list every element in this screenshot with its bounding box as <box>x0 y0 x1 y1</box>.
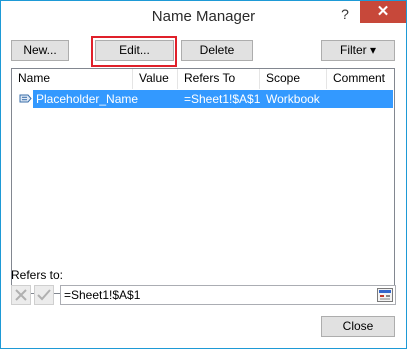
dialog-content: New... Edit... Delete Filter ▾ Name Valu… <box>1 31 406 348</box>
name-tag-icon <box>19 94 32 103</box>
close-window-button[interactable]: ✕ <box>360 1 406 23</box>
cancel-edit-button[interactable] <box>11 285 31 305</box>
column-header-comment[interactable]: Comment <box>327 69 394 89</box>
column-header-name[interactable]: Name <box>12 69 133 89</box>
new-button[interactable]: New... <box>11 40 69 61</box>
edit-button[interactable]: Edit... <box>95 40 174 61</box>
name-manager-dialog: Name Manager ? ✕ New... Edit... Delete F… <box>0 0 407 349</box>
close-icon: ✕ <box>376 3 390 20</box>
refers-to-input[interactable]: =Sheet1!$A$1 <box>60 285 396 305</box>
column-header-scope[interactable]: Scope <box>260 69 327 89</box>
collapse-dialog-icon[interactable] <box>377 288 393 302</box>
list-header: Name Value Refers To Scope Comment <box>12 69 394 89</box>
list-item[interactable]: Placeholder_Name =Sheet1!$A$1 Workbook <box>19 90 393 108</box>
column-header-refers-to[interactable]: Refers To <box>178 69 260 89</box>
checkmark-icon <box>37 289 51 301</box>
column-header-value[interactable]: Value <box>133 69 178 89</box>
title-bar: Name Manager ? ✕ <box>1 1 406 31</box>
names-list[interactable]: Name Value Refers To Scope Comment Place… <box>11 68 395 294</box>
row-name: Placeholder_Name <box>36 92 139 106</box>
help-button[interactable]: ? <box>335 4 355 24</box>
x-icon <box>15 289 27 301</box>
row-refers-to: =Sheet1!$A$1 <box>184 92 261 106</box>
refers-to-label: Refers to: <box>11 268 64 282</box>
row-scope: Workbook <box>266 92 320 106</box>
filter-button[interactable]: Filter ▾ <box>321 40 395 61</box>
close-button[interactable]: Close <box>321 316 395 337</box>
refers-to-value: =Sheet1!$A$1 <box>64 288 141 302</box>
delete-button[interactable]: Delete <box>181 40 253 61</box>
confirm-edit-button[interactable] <box>34 285 54 305</box>
